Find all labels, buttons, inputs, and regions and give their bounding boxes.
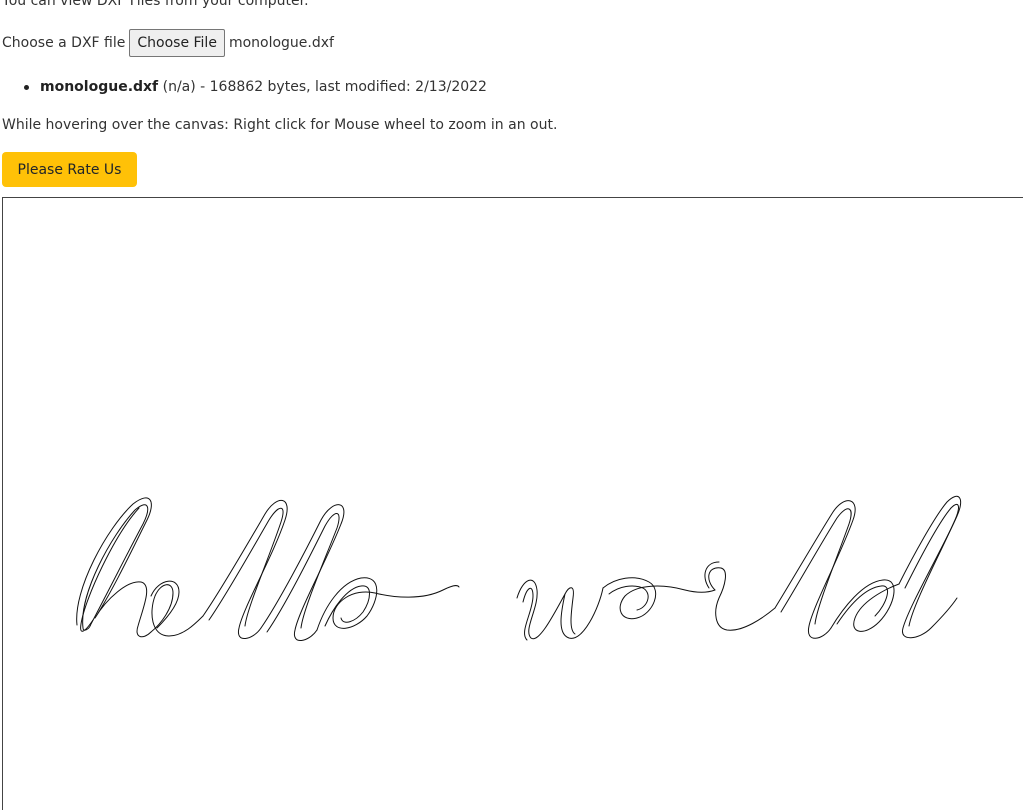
rate-us-button[interactable]: Please Rate Us <box>2 152 137 187</box>
dxf-drawing <box>76 495 962 641</box>
choose-file-button[interactable]: Choose File <box>129 29 225 57</box>
file-picker-label: Choose a DXF file <box>2 35 126 51</box>
file-name: monologue.dxf <box>40 79 159 95</box>
file-details: (n/a) - 168862 bytes, last modified: 2/1… <box>158 79 487 95</box>
bullet-icon <box>24 85 29 90</box>
dxf-canvas[interactable] <box>2 197 1023 810</box>
file-list: monologue.dxf (n/a) - 168862 bytes, last… <box>22 77 487 97</box>
intro-text: You can view DXF Files from your compute… <box>2 0 309 9</box>
selected-file-name: monologue.dxf <box>228 35 334 51</box>
file-picker-row: Choose a DXF file Choose File monologue.… <box>2 29 334 57</box>
hello-world-outline <box>76 495 962 641</box>
list-item: monologue.dxf (n/a) - 168862 bytes, last… <box>22 77 487 97</box>
canvas-hint: While hovering over the canvas: Right cl… <box>2 117 558 133</box>
